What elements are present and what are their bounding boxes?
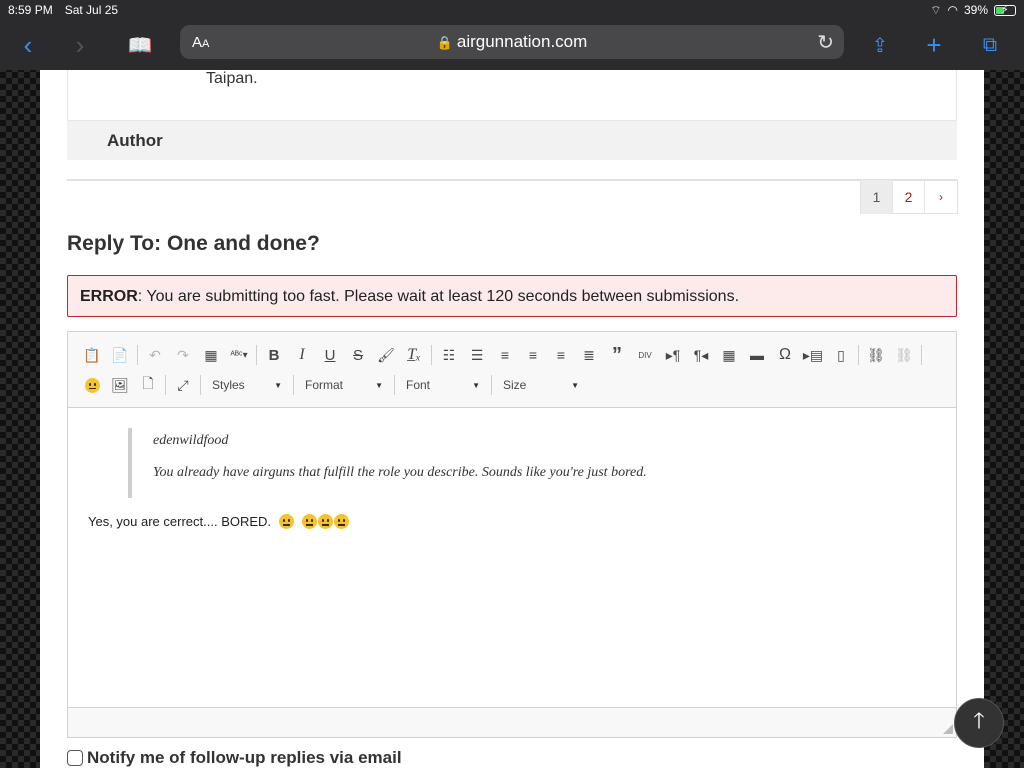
neutral-face-icon [318, 514, 334, 529]
page-1-link[interactable]: 1 [861, 180, 893, 214]
neutral-face-icon [334, 514, 350, 529]
error-message: : You are submitting too fast. Please wa… [137, 288, 740, 305]
iframe-icon[interactable]: ▸▤ [799, 343, 827, 367]
page-break-icon[interactable]: ▯ [827, 343, 855, 367]
align-right-icon[interactable]: ≡ [547, 343, 575, 367]
battery-percent: 39% [963, 3, 988, 17]
chevron-down-icon: ▼ [571, 380, 579, 390]
new-tab-button[interactable]: + [914, 25, 954, 65]
arrow-up-icon: 🡑 [973, 708, 985, 733]
maximize-icon[interactable]: ⤢ [169, 373, 197, 397]
text-size-button[interactable]: AA [192, 34, 209, 51]
previous-reply-card: Taipan. [67, 70, 957, 120]
notify-option[interactable]: Notify me of follow-up replies via email [67, 748, 402, 768]
notify-checkbox[interactable] [67, 750, 83, 766]
address-bar[interactable]: AA 🔒 airgunnation.com ↻ [180, 25, 844, 59]
notify-label: Notify me of follow-up replies via email [87, 748, 402, 767]
status-date: Sat Jul 25 [64, 3, 119, 17]
bulleted-list-icon[interactable]: ☰ [463, 343, 491, 367]
safari-toolbar: ‹ › 📖 AA 🔒 airgunnation.com ↻ ⇪ + ⧉ [0, 20, 1024, 70]
table-icon[interactable]: ▦ [715, 343, 743, 367]
spellcheck-icon[interactable]: ᴬᴮᶜ▾ [225, 343, 253, 367]
strikethrough-icon[interactable]: S [344, 343, 372, 367]
undo-icon[interactable]: ↶ [141, 343, 169, 367]
editor-status-bar [68, 707, 956, 737]
chevron-down-icon: ▼ [274, 380, 282, 390]
reply-body-text: Yes, you are cerrect.... BORED. [88, 514, 350, 529]
italic-icon[interactable]: I [288, 343, 316, 367]
rtl-icon[interactable]: ¶◂ [687, 343, 715, 367]
horizontal-line-icon[interactable]: ▬ [743, 343, 771, 367]
styles-dropdown[interactable]: Styles ▼ [204, 373, 290, 397]
neutral-face-icon [279, 514, 295, 529]
ltr-icon[interactable]: ▸¶ [659, 343, 687, 367]
headphones-icon: ◠ [947, 3, 958, 17]
document-icon[interactable]: 🗋 [134, 373, 162, 397]
image-icon[interactable]: 🖼 [106, 373, 134, 397]
reply-tail-text: Taipan. [206, 70, 258, 87]
url-text: 🔒 airgunnation.com [436, 32, 588, 51]
font-dropdown[interactable]: Font ▼ [398, 373, 488, 397]
next-page-link[interactable]: › [925, 180, 957, 214]
smiley-icon[interactable] [78, 373, 106, 397]
toolbar-row-1: 📋 📄 ↶ ↷ ▦ ᴬᴮᶜ▾ B I U S 🖌 T̲ₓ ☷ ☰ ≡ ≡ ≡ ≣… [78, 340, 946, 370]
align-center-icon[interactable]: ≡ [519, 343, 547, 367]
page-2-link[interactable]: 2 [893, 180, 925, 214]
status-time: 8:59 PM [8, 3, 53, 17]
page-content: Taipan. Author 1 2 › Reply To: One and d… [40, 70, 984, 768]
toolbar-row-2: 🖼 🗋 ⤢ Styles ▼ Format ▼ Font ▼ Size ▼ [78, 370, 946, 400]
reply-title: Reply To: One and done? [67, 232, 320, 255]
link-icon[interactable]: ⛓ [862, 343, 890, 367]
error-notice: ERROR: You are submitting too fast. Plea… [67, 275, 957, 317]
bookmarks-icon[interactable]: 📖 [120, 25, 160, 65]
chevron-down-icon: ▼ [375, 380, 383, 390]
blockquote: edenwildfood You already have airguns th… [128, 428, 868, 498]
paste-icon[interactable]: 📋 [78, 343, 106, 367]
error-label: ERROR [80, 288, 138, 305]
format-painter-icon[interactable]: 🖌 [372, 343, 400, 367]
battery-icon: ⚡ [994, 4, 1016, 16]
wifi-icon: ⌔ [930, 2, 942, 17]
author-header: Author [67, 120, 957, 160]
editor-content-area[interactable]: edenwildfood You already have airguns th… [68, 408, 956, 708]
reload-icon[interactable]: ↻ [817, 30, 834, 55]
underline-icon[interactable]: U [316, 343, 344, 367]
redo-icon[interactable]: ↷ [169, 343, 197, 367]
ios-status-bar: 8:59 PM Sat Jul 25 ⌔ ◠ 39% ⚡ [0, 0, 1024, 20]
div-container-icon[interactable]: DIV [631, 343, 659, 367]
blockquote-icon[interactable]: ” [603, 343, 631, 367]
justify-icon[interactable]: ≣ [575, 343, 603, 367]
format-dropdown[interactable]: Format ▼ [297, 373, 391, 397]
tabs-overview-icon[interactable]: ⧉ [970, 25, 1010, 65]
scroll-to-top-button[interactable]: 🡑 [954, 698, 1004, 748]
quote-author: edenwildfood [153, 433, 229, 448]
paste-word-icon[interactable]: ▦ [197, 343, 225, 367]
chevron-down-icon: ▼ [472, 380, 480, 390]
back-button[interactable]: ‹ [8, 25, 48, 65]
status-indicators: ⌔ ◠ 39% ⚡ [930, 3, 1016, 18]
size-dropdown[interactable]: Size ▼ [495, 373, 587, 397]
share-icon[interactable]: ⇪ [860, 25, 900, 65]
bold-icon[interactable]: B [260, 343, 288, 367]
neutral-face-icon [302, 514, 318, 529]
paste-text-icon[interactable]: 📄 [106, 343, 134, 367]
unlink-icon[interactable]: ⛓ [890, 343, 918, 367]
numbered-list-icon[interactable]: ☷ [435, 343, 463, 367]
forward-button[interactable]: › [60, 25, 100, 65]
section-divider [67, 179, 957, 181]
resize-handle[interactable] [943, 724, 953, 734]
quote-text: You already have airguns that fulfill th… [153, 465, 647, 480]
editor-toolbar: 📋 📄 ↶ ↷ ▦ ᴬᴮᶜ▾ B I U S 🖌 T̲ₓ ☷ ☰ ≡ ≡ ≡ ≣… [68, 332, 956, 408]
reply-editor: 📋 📄 ↶ ↷ ▦ ᴬᴮᶜ▾ B I U S 🖌 T̲ₓ ☷ ☰ ≡ ≡ ≡ ≣… [67, 331, 957, 738]
lock-icon: 🔒 [436, 35, 453, 50]
special-char-icon[interactable]: Ω [771, 343, 799, 367]
align-left-icon[interactable]: ≡ [491, 343, 519, 367]
remove-format-icon[interactable]: T̲ₓ [400, 343, 428, 367]
pagination: 1 2 › [860, 180, 958, 214]
